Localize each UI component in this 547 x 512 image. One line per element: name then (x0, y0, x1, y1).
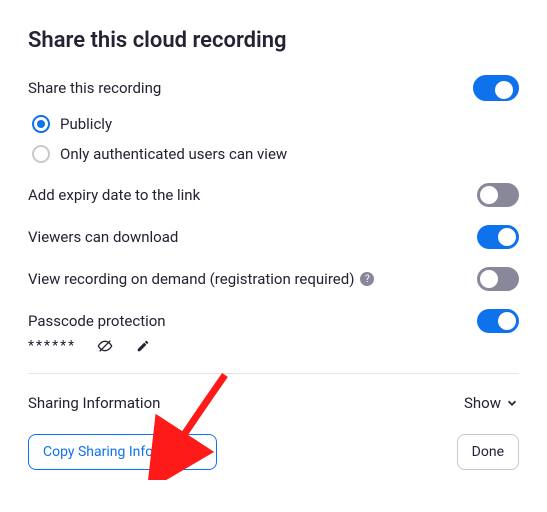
download-label: Viewers can download (28, 228, 178, 246)
eye-icon[interactable] (96, 337, 114, 355)
authenticated-label: Only authenticated users can view (60, 145, 287, 163)
passcode-mask: ****** (28, 338, 76, 354)
ondemand-label: View recording on demand (registration r… (28, 270, 374, 288)
divider (28, 373, 519, 374)
chevron-down-icon (505, 396, 519, 410)
authenticated-radio[interactable] (32, 145, 50, 163)
show-toggle[interactable]: Show (464, 394, 519, 412)
edit-icon[interactable] (134, 337, 152, 355)
passcode-toggle[interactable] (477, 309, 519, 333)
passcode-label: Passcode protection (28, 312, 166, 330)
download-toggle[interactable] (477, 225, 519, 249)
share-recording-toggle[interactable] (473, 75, 519, 101)
expiry-toggle[interactable] (477, 183, 519, 207)
expiry-label: Add expiry date to the link (28, 186, 200, 204)
share-recording-label: Share this recording (28, 79, 161, 97)
ondemand-toggle[interactable] (477, 267, 519, 291)
sharing-info-label: Sharing Information (28, 394, 160, 412)
done-button[interactable]: Done (457, 434, 519, 470)
publicly-label: Publicly (60, 115, 112, 133)
help-icon[interactable]: ? (360, 272, 374, 286)
copy-sharing-button[interactable]: Copy Sharing Information (28, 434, 217, 470)
dialog-title: Share this cloud recording (28, 28, 519, 53)
publicly-radio[interactable] (32, 115, 50, 133)
